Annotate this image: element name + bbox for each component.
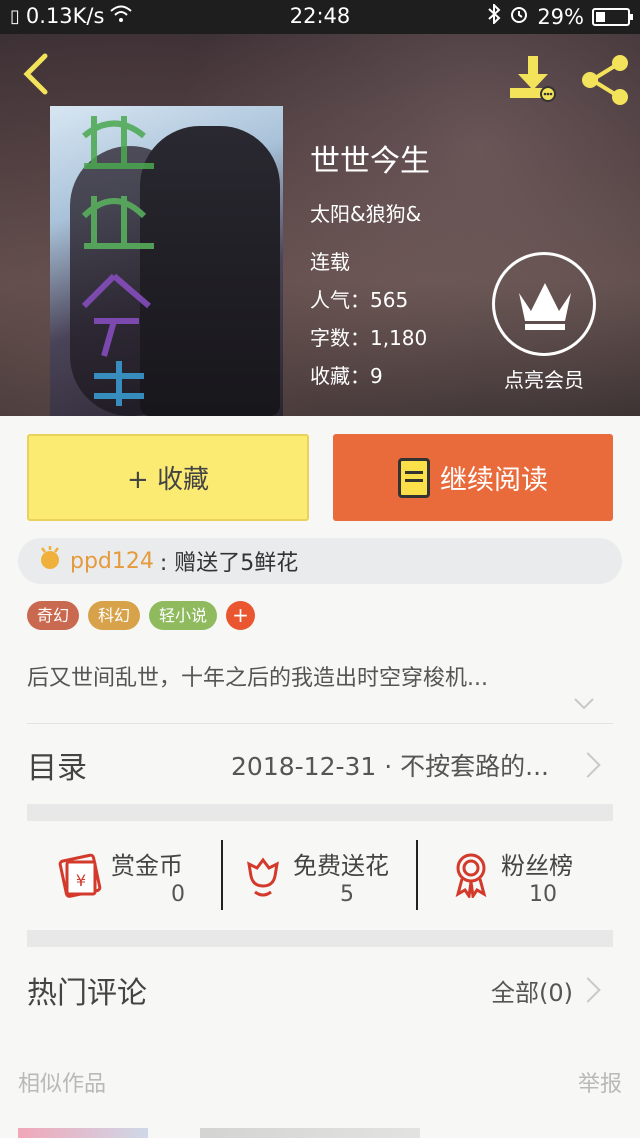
similar-works-title: 相似作品 [18, 1072, 107, 1097]
hot-comments-title: 热门评论 [27, 976, 147, 1011]
gift-user[interactable]: ppd124 [70, 549, 154, 574]
section-separator [27, 930, 613, 947]
stat-free-flowers[interactable]: 免费送花 5 [243, 840, 423, 912]
stat-flower-value: 5 [340, 882, 354, 907]
book-cover[interactable] [50, 106, 283, 416]
stat-fans-label: 粉丝榜 [501, 852, 573, 880]
back-icon[interactable] [14, 52, 58, 102]
crown-icon [519, 283, 571, 330]
stat-fan-ranking[interactable]: 粉丝榜 10 [451, 840, 611, 912]
flower-clap-icon [36, 544, 64, 578]
book-header: 世世今生 太阳&狼狗& 连载 人气：565 字数：1,180 收藏：9 点亮会员 [0, 34, 640, 416]
alarm-icon [509, 4, 529, 29]
add-tag-button[interactable]: + [226, 601, 256, 630]
tag-scifi[interactable]: 科幻 [88, 601, 141, 630]
latest-chapter: 2018-12-31 · 不按套路的... [231, 752, 549, 781]
stats-row: ¥ 赏金币 0 免费送花 5 粉丝榜 10 [27, 840, 613, 912]
hot-comments-row[interactable]: 热门评论 全部(0) [27, 946, 613, 1034]
book-description[interactable]: 后又世间乱世，十年之后的我造出时空穿梭机... [27, 660, 488, 692]
flower-icon [247, 857, 279, 897]
divider [221, 840, 223, 910]
tag-fantasy[interactable]: 奇幻 [27, 601, 80, 630]
section-separator [27, 804, 613, 821]
cover-title-art [64, 106, 184, 406]
tag-list: 奇幻 科幻 轻小说 + [27, 601, 256, 630]
divider [416, 840, 418, 910]
medal-icon [455, 853, 487, 898]
book-favorites: 收藏：9 [310, 364, 383, 388]
table-of-contents-row[interactable]: 目录 2018-12-31 · 不按套路的... [27, 724, 613, 806]
vip-label[interactable]: 点亮会员 [478, 364, 610, 393]
download-icon[interactable] [506, 52, 562, 108]
gift-notice[interactable]: ppd124 : 赠送了5鲜花 [18, 538, 622, 584]
all-comments-link[interactable]: 全部(0) [491, 973, 573, 1008]
report-link[interactable]: 举报 [578, 1066, 622, 1098]
stat-reward-value: 0 [171, 882, 185, 907]
book-author[interactable]: 太阳&狼狗& [310, 198, 421, 227]
chevron-down-icon[interactable] [572, 696, 596, 716]
status-right: 29% [487, 2, 633, 29]
tag-light-novel[interactable]: 轻小说 [149, 601, 218, 630]
continue-reading-button[interactable]: 继续阅读 [333, 434, 613, 521]
bluetooth-icon [487, 2, 501, 29]
book-popularity: 人气：565 [310, 288, 409, 312]
book-icon [398, 457, 430, 498]
continue-reading-label: 继续阅读 [440, 465, 548, 496]
battery-icon [592, 7, 633, 26]
book-title: 世世今生 [310, 144, 430, 179]
book-status: 连载 [310, 250, 350, 274]
battery-percent: 29% [537, 4, 584, 29]
similar-work-thumbnail[interactable] [18, 1128, 148, 1138]
chevron-right-icon [575, 977, 601, 1003]
stat-reward-coins[interactable]: ¥ 赏金币 0 [55, 840, 225, 912]
book-word-count: 字数：1,180 [310, 326, 428, 350]
stat-flower-label: 免费送花 [293, 852, 389, 880]
share-icon[interactable] [578, 52, 634, 108]
gift-text: : 赠送了5鲜花 [159, 551, 299, 576]
vip-button[interactable] [492, 252, 596, 356]
red-envelope-icon: ¥ [58, 853, 102, 898]
stat-reward-label: 赏金币 [111, 852, 183, 880]
similar-work-title[interactable] [200, 1128, 420, 1138]
chevron-right-icon [575, 752, 601, 778]
svg-text:¥: ¥ [76, 871, 86, 890]
toc-label: 目录 [27, 751, 87, 786]
stat-fans-value: 10 [529, 882, 557, 907]
status-bar: ▯ 0.13K/s 22:48 29% [0, 0, 640, 34]
collect-button[interactable]: + 收藏 [27, 434, 309, 521]
